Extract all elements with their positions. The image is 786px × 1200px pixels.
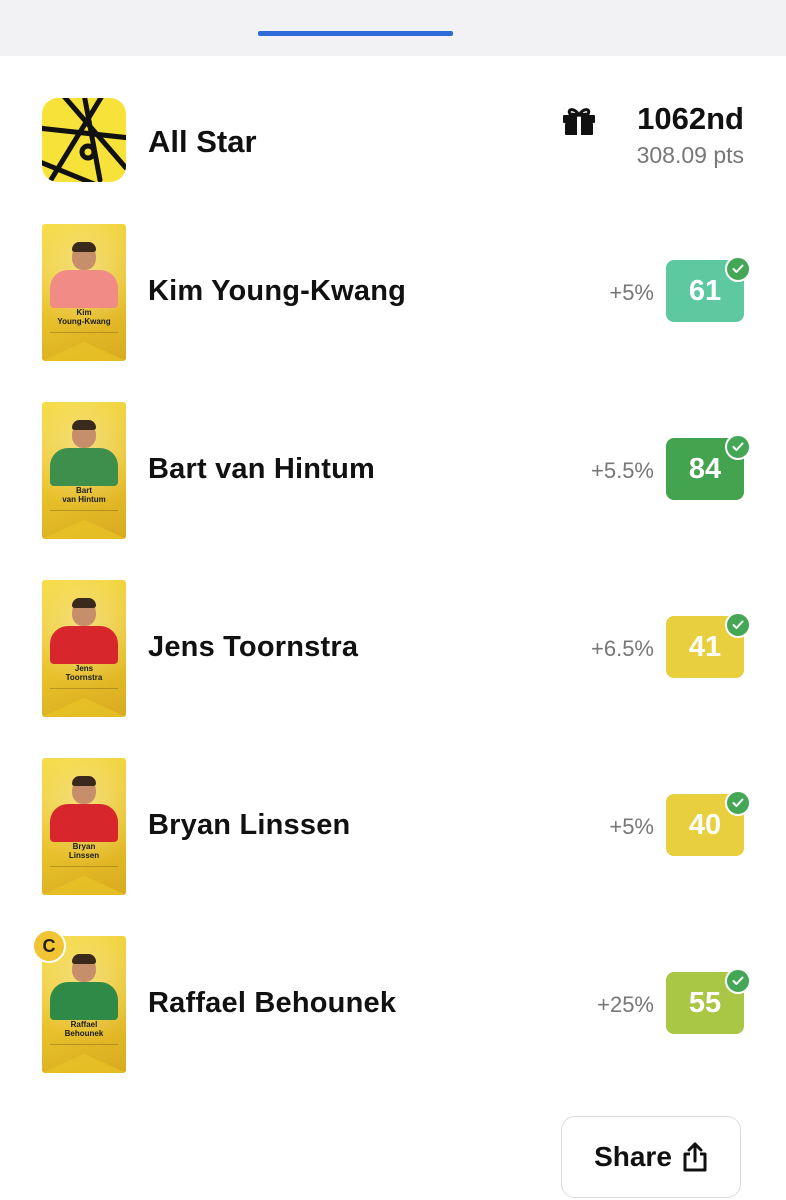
card-player-name: Jens Toornstra <box>65 664 103 682</box>
rank-summary: 1062nd 308.09 pts <box>504 100 744 169</box>
player-name: Raffael Behounek <box>148 987 397 1019</box>
player-hair <box>72 242 96 252</box>
player-hair <box>72 776 96 786</box>
player-kit <box>50 448 118 486</box>
bonus-percent: +25% <box>597 992 654 1017</box>
all-star-icon <box>42 98 126 182</box>
competition-title: All Star <box>148 124 257 159</box>
check-icon <box>725 612 751 638</box>
captain-badge: C <box>32 929 66 963</box>
gift-icon <box>563 108 595 135</box>
card-player-name: Bryan Linssen <box>68 842 100 860</box>
player-row[interactable]: Bryan Linssen Bryan Linssen +5% 40 <box>0 758 786 896</box>
player-row[interactable]: Kim Young-Kwang Kim Young-Kwang +5% 61 <box>0 224 786 362</box>
competition-logo <box>42 98 126 182</box>
player-row[interactable]: Jens Toornstra Jens Toornstra +6.5% 41 <box>0 580 786 718</box>
card-bottom-decoration <box>42 342 126 361</box>
player-card-image[interactable]: Kim Young-Kwang <box>42 224 126 361</box>
player-card-image[interactable]: Bryan Linssen <box>42 758 126 895</box>
card-bottom-decoration <box>42 520 126 539</box>
active-tab-indicator <box>258 31 453 36</box>
player-kit <box>50 270 118 308</box>
player-row[interactable]: Raffael Behounek C Raffael Behounek +25%… <box>0 929 786 1074</box>
player-card-image[interactable]: Bart van Hintum <box>42 402 126 539</box>
bonus-percent: +5% <box>609 280 654 305</box>
bonus-percent: +6.5% <box>591 636 654 661</box>
bonus-percent: +5% <box>609 814 654 839</box>
card-bottom-decoration <box>42 1054 126 1073</box>
card-bottom-decoration <box>42 698 126 717</box>
player-name: Jens Toornstra <box>148 631 359 663</box>
player-name: Bryan Linssen <box>148 809 351 841</box>
player-kit <box>50 804 118 842</box>
player-name: Bart van Hintum <box>148 453 375 485</box>
card-bottom-decoration <box>42 876 126 895</box>
check-icon <box>725 434 751 460</box>
share-button[interactable]: Share <box>561 1116 741 1198</box>
player-row[interactable]: Bart van Hintum Bart van Hintum +5.5% 84 <box>0 402 786 540</box>
card-player-name: Kim Young-Kwang <box>57 308 111 326</box>
top-tab-bar <box>0 0 786 56</box>
check-icon <box>725 790 751 816</box>
player-name: Kim Young-Kwang <box>148 275 407 307</box>
player-hair <box>72 420 96 430</box>
rank-value: 1062nd <box>637 101 744 136</box>
bonus-percent: +5.5% <box>591 458 654 483</box>
player-hair <box>72 954 96 964</box>
player-card-image[interactable]: Jens Toornstra <box>42 580 126 717</box>
share-label: Share <box>594 1141 672 1172</box>
player-hair <box>72 598 96 608</box>
player-kit <box>50 982 118 1020</box>
share-icon <box>683 1142 707 1172</box>
card-player-name: Raffael Behounek <box>64 1020 104 1038</box>
check-icon <box>725 968 751 994</box>
card-player-name: Bart van Hintum <box>62 486 106 504</box>
player-kit <box>50 626 118 664</box>
points-value: 308.09 pts <box>636 142 744 168</box>
check-icon <box>725 256 751 282</box>
